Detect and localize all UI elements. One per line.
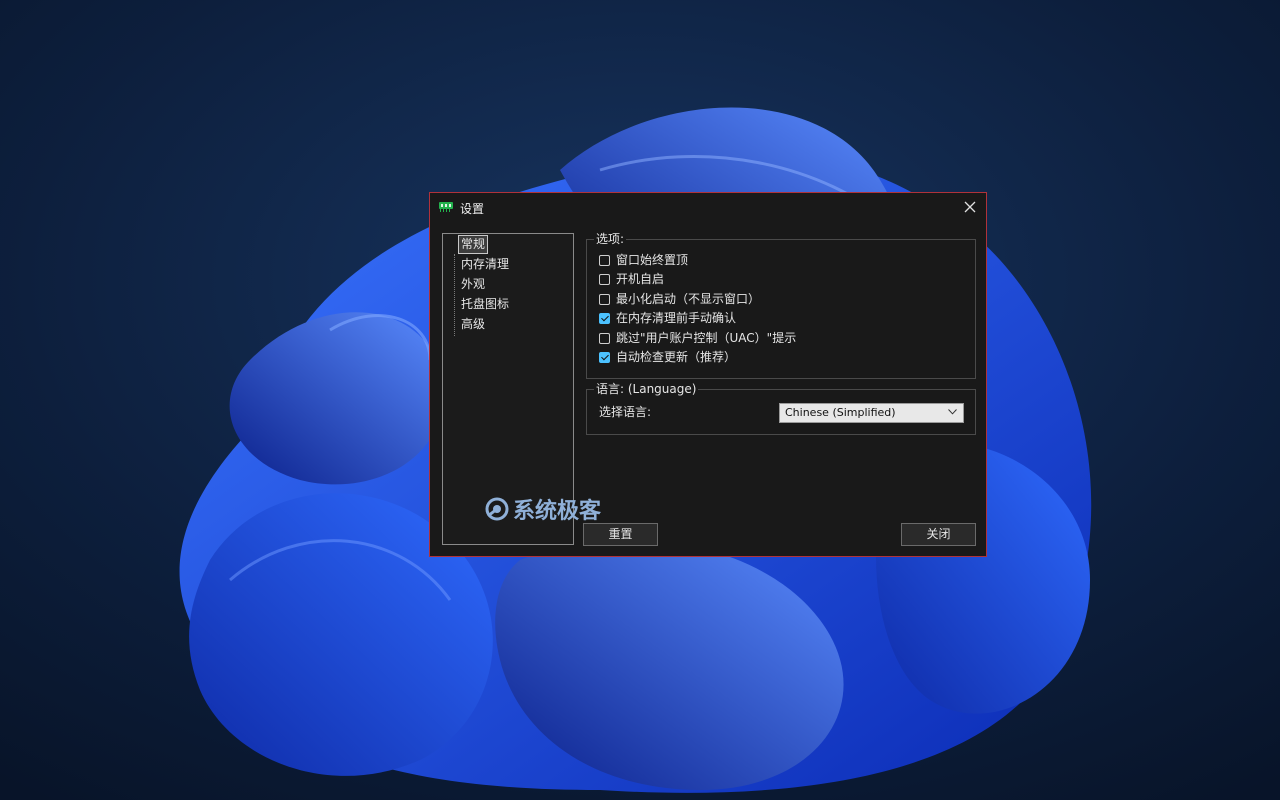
language-select[interactable]: Chinese (Simplified) [779, 403, 964, 423]
tree-item-advanced[interactable]: 高级 [459, 316, 487, 333]
dialog-title: 设置 [460, 202, 485, 216]
option-autostart[interactable]: 开机自启 [599, 271, 664, 288]
option-auto-update[interactable]: 自动检查更新（推荐） [599, 349, 736, 366]
language-group-title: 语言: (Language) [594, 381, 699, 397]
title-bar[interactable]: 设置 [430, 193, 986, 223]
watermark-text: 系统极客 [513, 499, 602, 524]
tree-item-tray-icon[interactable]: 托盘图标 [459, 296, 511, 313]
options-group-title: 选项: [594, 231, 627, 247]
tree-item-memory-clean[interactable]: 内存清理 [459, 256, 511, 273]
option-label: 最小化启动（不显示窗口） [616, 292, 761, 306]
watermark: 系统极客 [484, 495, 602, 524]
option-label: 跳过"用户账户控制（UAC）"提示 [616, 331, 797, 345]
checkbox-always-on-top[interactable] [599, 255, 610, 266]
checkbox-confirm-before-clean[interactable] [599, 313, 610, 324]
option-label: 开机自启 [616, 272, 665, 286]
checkbox-skip-uac[interactable] [599, 333, 610, 344]
language-label: 选择语言: [599, 405, 652, 419]
option-label: 自动检查更新（推荐） [616, 350, 737, 364]
tree-item-general[interactable]: 常规 [457, 235, 489, 254]
option-start-minimized[interactable]: 最小化启动（不显示窗口） [599, 291, 760, 308]
tree-item-appearance[interactable]: 外观 [459, 276, 487, 293]
option-confirm-before-clean[interactable]: 在内存清理前手动确认 [599, 310, 736, 327]
watermark-logo-icon [485, 497, 509, 521]
language-group: 语言: (Language) 选择语言: Chinese (Simplified… [586, 381, 976, 435]
option-label: 在内存清理前手动确认 [616, 311, 737, 325]
chevron-down-icon [948, 409, 957, 415]
options-group: 选项: 窗口始终置顶 开机自启 最小化启动（不显示窗口） 在内存清理前手动确认 … [586, 231, 976, 379]
checkbox-start-minimized[interactable] [599, 294, 610, 305]
close-icon [964, 201, 976, 213]
option-skip-uac[interactable]: 跳过"用户账户控制（UAC）"提示 [599, 330, 796, 347]
reset-button[interactable]: 重置 [583, 523, 658, 546]
memory-chip-icon [439, 202, 453, 212]
checkbox-autostart[interactable] [599, 274, 610, 285]
option-label: 窗口始终置顶 [616, 253, 689, 267]
close-button[interactable]: 关闭 [901, 523, 976, 546]
tree-connector [454, 254, 455, 336]
option-always-on-top[interactable]: 窗口始终置顶 [599, 252, 688, 269]
close-window-button[interactable] [954, 193, 986, 221]
checkbox-auto-update[interactable] [599, 352, 610, 363]
language-select-value: Chinese (Simplified) [785, 406, 896, 419]
